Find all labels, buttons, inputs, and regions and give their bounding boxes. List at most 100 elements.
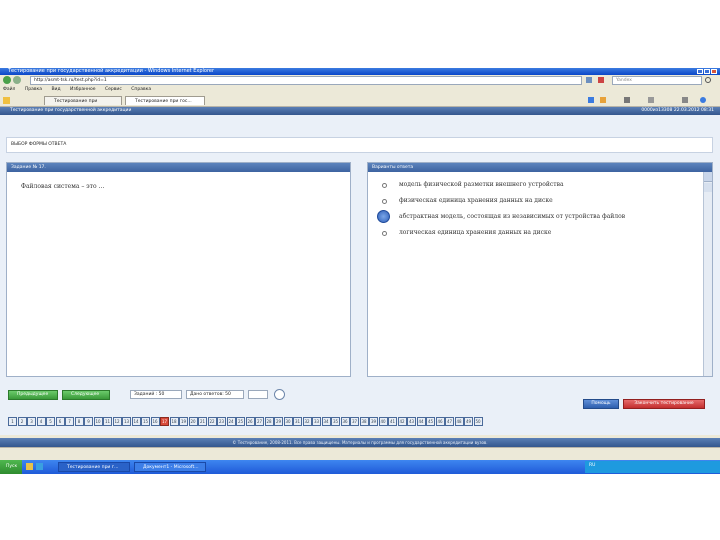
question-number-46[interactable]: 46	[435, 417, 445, 426]
question-number-36[interactable]: 36	[340, 417, 350, 426]
question-number-17[interactable]: 17	[160, 417, 169, 426]
question-number-34[interactable]: 34	[321, 417, 331, 426]
answer-radio-2[interactable]	[382, 199, 387, 204]
question-number-18[interactable]: 18	[169, 417, 179, 426]
tab-testing-1[interactable]: Тестирование при государ...	[44, 96, 122, 113]
back-icon[interactable]	[3, 76, 11, 84]
finish-test-button[interactable]: Закончить тестирование	[623, 399, 705, 409]
folder-icon[interactable]	[26, 463, 33, 470]
menu-tools[interactable]: Сервис	[105, 87, 122, 92]
question-number-3[interactable]: 3	[27, 417, 36, 426]
question-number-21[interactable]: 21	[198, 417, 207, 426]
answer-option-2[interactable]: физическая единица хранения данных на ди…	[399, 197, 553, 204]
answers-panel: Варианты ответа модель физической размет…	[367, 162, 713, 377]
close-icon[interactable]	[711, 69, 717, 74]
stop-icon[interactable]	[598, 77, 604, 83]
question-number-19[interactable]: 19	[179, 417, 188, 426]
question-number-10[interactable]: 10	[93, 417, 103, 426]
next-button[interactable]: Следующее	[62, 390, 110, 400]
maximize-icon[interactable]	[704, 69, 710, 74]
question-number-26[interactable]: 26	[245, 417, 255, 426]
question-number-14[interactable]: 14	[131, 417, 141, 426]
tab-testing-2[interactable]: Тестирование при гос...	[125, 96, 205, 105]
question-number-6[interactable]: 6	[55, 417, 65, 426]
question-number-32[interactable]: 32	[302, 417, 312, 426]
page-icon[interactable]	[648, 97, 654, 103]
start-button[interactable]: Пуск	[0, 460, 22, 474]
question-number-24[interactable]: 24	[226, 417, 236, 426]
question-number-4[interactable]: 4	[36, 417, 46, 426]
question-number-12[interactable]: 12	[112, 417, 122, 426]
answers-scrollbar[interactable]	[703, 172, 712, 376]
question-number-20[interactable]: 20	[188, 417, 198, 426]
question-number-1[interactable]: 1	[8, 417, 17, 426]
question-number-2[interactable]: 2	[17, 417, 27, 426]
home-icon[interactable]	[588, 97, 594, 103]
menu-file[interactable]: Файл	[3, 87, 15, 92]
answer-radio-3-selected[interactable]	[377, 210, 390, 223]
question-number-50[interactable]: 50	[473, 417, 483, 426]
question-number-13[interactable]: 13	[122, 417, 131, 426]
question-number-25[interactable]: 25	[236, 417, 245, 426]
help-button[interactable]: Помощь	[583, 399, 619, 409]
app-title-bar: Тестирование при государственной аккреди…	[0, 107, 720, 115]
question-number-15[interactable]: 15	[141, 417, 150, 426]
question-number-41[interactable]: 41	[388, 417, 397, 426]
answer-radio-4[interactable]	[382, 231, 387, 236]
answer-option-1[interactable]: модель физической разметки внешнего устр…	[399, 181, 564, 188]
question-number-30[interactable]: 30	[283, 417, 293, 426]
question-number-48[interactable]: 48	[454, 417, 464, 426]
answer-radio-1[interactable]	[382, 183, 387, 188]
forward-icon[interactable]	[13, 76, 21, 84]
search-input[interactable]: Yandex	[612, 76, 702, 85]
scroll-thumb[interactable]	[704, 183, 712, 192]
question-number-45[interactable]: 45	[426, 417, 435, 426]
prev-button[interactable]: Предыдущее	[8, 390, 58, 400]
question-number-5[interactable]: 5	[46, 417, 55, 426]
question-number-35[interactable]: 35	[331, 417, 340, 426]
question-number-29[interactable]: 29	[274, 417, 283, 426]
question-number-38[interactable]: 38	[359, 417, 369, 426]
question-number-43[interactable]: 43	[407, 417, 416, 426]
question-number-42[interactable]: 42	[397, 417, 407, 426]
refresh-icon[interactable]	[586, 77, 592, 83]
question-number-23[interactable]: 23	[217, 417, 226, 426]
question-number-16[interactable]: 16	[150, 417, 160, 426]
answer-option-4[interactable]: логическая единица хранения данных на ди…	[399, 229, 551, 236]
favorites-star-icon[interactable]	[3, 97, 10, 104]
menu-edit[interactable]: Правка	[25, 87, 42, 92]
language-indicator[interactable]: RU	[589, 463, 595, 468]
question-number-49[interactable]: 49	[464, 417, 473, 426]
feeds-icon[interactable]	[600, 97, 606, 103]
question-number-37[interactable]: 37	[350, 417, 359, 426]
question-number-47[interactable]: 47	[445, 417, 454, 426]
question-number-40[interactable]: 40	[378, 417, 388, 426]
question-number-31[interactable]: 31	[293, 417, 302, 426]
question-number-9[interactable]: 9	[84, 417, 93, 426]
question-number-11[interactable]: 11	[103, 417, 112, 426]
question-number-22[interactable]: 22	[207, 417, 217, 426]
question-number-33[interactable]: 33	[312, 417, 321, 426]
question-number-44[interactable]: 44	[416, 417, 426, 426]
tools-gear-icon[interactable]	[682, 97, 688, 103]
question-number-8[interactable]: 8	[74, 417, 84, 426]
menu-help[interactable]: Справка	[131, 87, 151, 92]
search-icon[interactable]	[705, 77, 711, 83]
page-content: Тестирование при государственной аккреди…	[0, 107, 720, 435]
address-input[interactable]: http://asmt-tsk.ru/test.php?id=1	[30, 76, 582, 85]
question-number-28[interactable]: 28	[264, 417, 274, 426]
ie-icon[interactable]	[36, 463, 43, 470]
taskbar-item-document[interactable]: Документ1 - Microsoft...	[134, 462, 206, 472]
footer-bar: © Тестирование, 2008-2011. Все права защ…	[0, 438, 720, 447]
menu-view[interactable]: Вид	[51, 87, 60, 92]
scroll-up-icon[interactable]	[704, 172, 712, 182]
answer-option-3[interactable]: абстрактная модель, состоящая из независ…	[399, 213, 625, 220]
question-number-7[interactable]: 7	[65, 417, 74, 426]
taskbar-item-testing[interactable]: Тестирование при г...	[58, 462, 130, 472]
question-number-27[interactable]: 27	[255, 417, 264, 426]
print-icon[interactable]	[624, 97, 630, 103]
menu-favorites[interactable]: Избранное	[70, 87, 96, 92]
question-number-39[interactable]: 39	[369, 417, 378, 426]
minimize-icon[interactable]	[697, 69, 703, 74]
help-icon[interactable]	[700, 97, 706, 103]
